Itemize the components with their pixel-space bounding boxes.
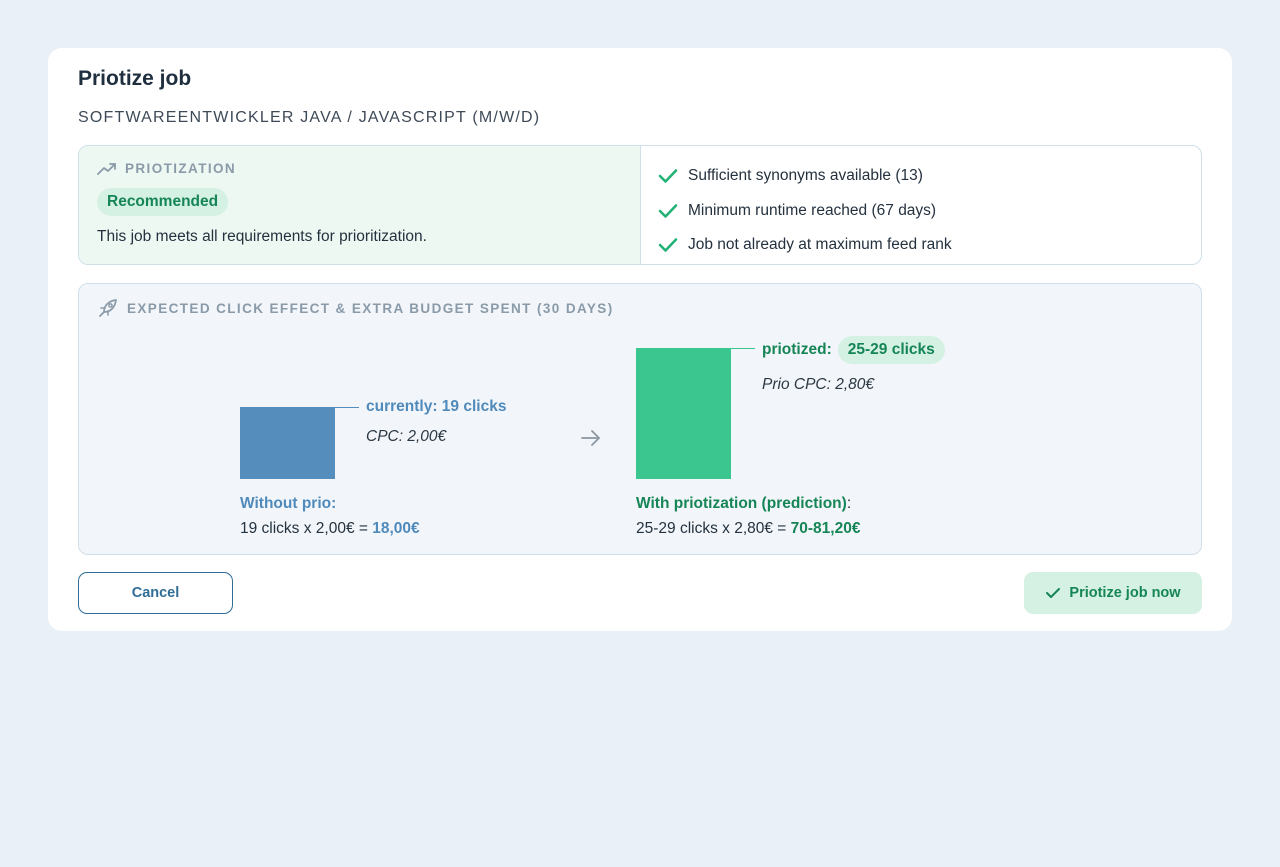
current-clicks-label: currently: 19 clicks: [366, 398, 507, 415]
section-label-text: PRIOTIZATION: [125, 161, 237, 176]
prioritized-label-prefix: priotized:: [762, 341, 832, 358]
without-prio-calculation: 19 clicks x 2,00€ = 18,00€: [240, 520, 420, 538]
requirements-checklist: Sufficient synonyms available (13) Minim…: [641, 146, 1201, 264]
check-item: Job not already at maximum feed rank: [657, 228, 952, 263]
check-item-label: Sufficient synonyms available (13): [688, 167, 923, 185]
without-prio-formula: 19 clicks x 2,00€ =: [240, 520, 373, 537]
click-effect-panel: EXPECTED CLICK EFFECT & EXTRA BUDGET SPE…: [78, 283, 1202, 555]
current-cpc: CPC: 2,00€: [366, 428, 447, 445]
prioritization-description: This job meets all requirements for prio…: [97, 228, 427, 245]
priotize-job-now-label: Priotize job now: [1069, 585, 1181, 601]
check-icon: [1046, 588, 1061, 598]
prioritization-status: PRIOTIZATION Recommended This job meets …: [79, 146, 641, 264]
check-item-label: Minimum runtime reached (67 days): [688, 201, 937, 219]
check-item: Sufficient synonyms available (13): [657, 159, 952, 194]
current-clicks-bar: [240, 407, 335, 479]
arrow-right-icon: [581, 430, 600, 446]
dialog-title: Priotize job: [78, 67, 192, 90]
prioritized-bar-leader-line: [731, 348, 755, 349]
prioritization-panel: PRIOTIZATION Recommended This job meets …: [78, 145, 1202, 265]
check-icon: [658, 169, 678, 184]
job-title: SOFTWAREENTWICKLER JAVA / JAVASCRIPT (M/…: [78, 109, 541, 126]
check-icon: [658, 203, 678, 218]
check-icon: [658, 238, 678, 253]
recommended-badge: Recommended: [97, 188, 229, 216]
cancel-button[interactable]: Cancel: [78, 572, 233, 614]
check-item-label: Job not already at maximum feed rank: [688, 236, 952, 254]
with-prio-heading-text: With priotization (prediction): [636, 495, 847, 512]
priotize-job-dialog: Priotize job SOFTWAREENTWICKLER JAVA / J…: [48, 48, 1232, 631]
trending-up-icon: [97, 162, 116, 175]
with-prio-calculation: 25-29 clicks x 2,80€ = 70-81,20€: [636, 520, 860, 538]
prioritization-section-label: PRIOTIZATION: [97, 161, 236, 176]
effect-label-text: EXPECTED CLICK EFFECT & EXTRA BUDGET SPE…: [127, 300, 614, 316]
prioritized-clicks-label: priotized: 25-29 clicks: [762, 336, 945, 364]
rocket-icon: [99, 299, 117, 317]
without-prio-heading: Without prio:: [240, 495, 337, 512]
effect-section-label: EXPECTED CLICK EFFECT & EXTRA BUDGET SPE…: [97, 297, 614, 319]
with-prio-heading: With priotization (prediction):: [636, 495, 851, 513]
priotize-job-now-button[interactable]: Priotize job now: [1024, 572, 1202, 614]
prioritized-clicks-bar: [636, 348, 731, 479]
prioritized-cpc: Prio CPC: 2,80€: [762, 376, 874, 393]
prioritized-clicks-badge: 25-29 clicks: [837, 336, 945, 364]
with-prio-heading-colon: :: [846, 495, 852, 512]
check-item: Minimum runtime reached (67 days): [657, 194, 952, 229]
without-prio-result: 18,00€: [372, 520, 420, 537]
current-bar-leader-line: [335, 407, 359, 408]
with-prio-formula: 25-29 clicks x 2,80€ =: [636, 520, 791, 537]
with-prio-result: 70-81,20€: [790, 520, 861, 537]
